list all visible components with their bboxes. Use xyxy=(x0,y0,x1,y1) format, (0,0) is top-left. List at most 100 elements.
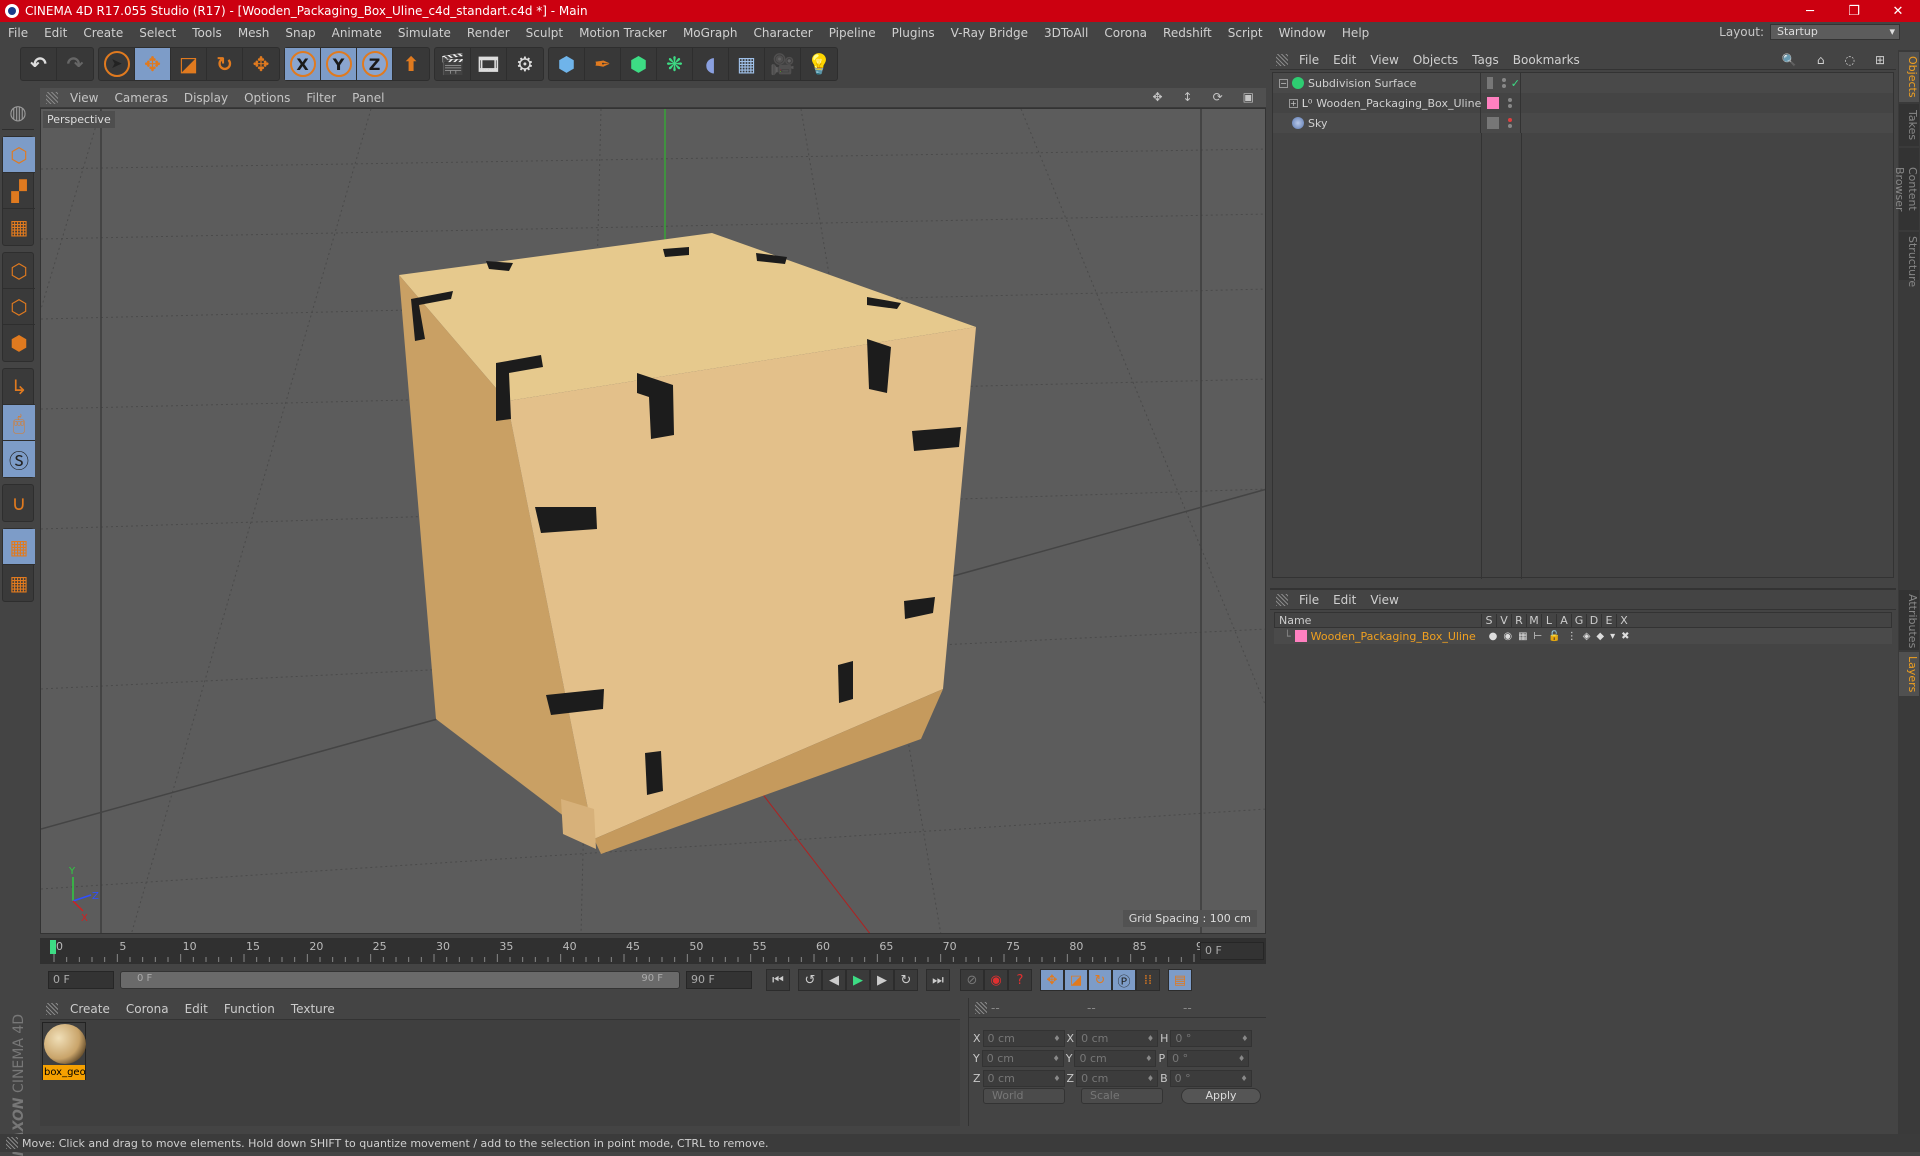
column-locked[interactable]: L xyxy=(1541,613,1556,627)
objects-menu-edit[interactable]: Edit xyxy=(1326,53,1363,67)
cloner-icon[interactable]: ❋ xyxy=(657,48,693,80)
material-menu-create[interactable]: Create xyxy=(62,1002,118,1016)
key-scale-icon[interactable]: ◪ xyxy=(1064,969,1088,991)
menu-vray-bridge[interactable]: V-Ray Bridge xyxy=(943,26,1036,40)
size-y-field[interactable]: 0 cm xyxy=(1074,1050,1157,1067)
pos-z-field[interactable]: 0 cm xyxy=(982,1070,1065,1087)
deformers-toggle-icon[interactable]: ◆ xyxy=(1596,631,1604,642)
xref-toggle-icon[interactable]: ✖ xyxy=(1621,631,1629,642)
menu-simulate[interactable]: Simulate xyxy=(390,26,459,40)
menu-mograph[interactable]: MoGraph xyxy=(675,26,746,40)
next-key-icon[interactable]: ↻ xyxy=(894,969,918,991)
tab-structure[interactable]: Structure xyxy=(1899,232,1919,287)
layer-name[interactable]: Wooden_Packaging_Box_Uline xyxy=(1311,630,1489,643)
light-icon[interactable]: 💡 xyxy=(801,48,837,80)
record-keys-icon[interactable]: ⊘ xyxy=(960,969,984,991)
enabled-check-icon[interactable]: ✓ xyxy=(1511,77,1520,90)
viewport-menu-display[interactable]: Display xyxy=(176,91,236,105)
layer-swatch[interactable] xyxy=(1487,97,1499,109)
range-slider[interactable]: 0 F 90 F xyxy=(120,971,680,989)
menu-animate[interactable]: Animate xyxy=(324,26,390,40)
world-coordinates-icon[interactable]: ⬆ xyxy=(393,48,429,80)
render-toggle-icon[interactable]: ▦ xyxy=(1518,631,1527,642)
manager-toggle-icon[interactable]: ⊢ xyxy=(1534,631,1543,642)
axis-mode-icon[interactable]: ↳ xyxy=(3,369,35,405)
goto-start-icon[interactable]: ⏮ xyxy=(766,969,790,991)
viewport-menu-panel[interactable]: Panel xyxy=(344,91,392,105)
rot-h-field[interactable]: 0 ° xyxy=(1170,1030,1253,1047)
rot-p-field[interactable]: 0 ° xyxy=(1167,1050,1250,1067)
menu-plugins[interactable]: Plugins xyxy=(884,26,943,40)
layout-dropdown[interactable]: Startup xyxy=(1770,24,1900,40)
column-xref[interactable]: X xyxy=(1616,613,1631,627)
restore-button[interactable]: ❐ xyxy=(1832,0,1876,22)
wooden-box[interactable] xyxy=(399,233,976,854)
prev-frame-icon[interactable]: ◀ xyxy=(822,969,846,991)
pen-spline-icon[interactable]: ✒ xyxy=(585,48,621,80)
viewport-menu-cameras[interactable]: Cameras xyxy=(106,91,175,105)
render-settings-icon[interactable]: ⚙ xyxy=(507,48,543,80)
objects-menu-view[interactable]: View xyxy=(1363,53,1405,67)
keyframe-selection-icon[interactable]: ? xyxy=(1008,969,1032,991)
visibility-dots[interactable] xyxy=(1501,78,1506,88)
layers-menu-edit[interactable]: Edit xyxy=(1326,593,1363,607)
column-render[interactable]: R xyxy=(1511,613,1526,627)
viewport-menu-options[interactable]: Options xyxy=(236,91,298,105)
menu-edit[interactable]: Edit xyxy=(36,26,75,40)
next-frame-icon[interactable]: ▶ xyxy=(870,969,894,991)
object-name[interactable]: Wooden_Packaging_Box_Uline xyxy=(1316,97,1481,110)
home-icon[interactable]: ⌂ xyxy=(1810,53,1832,67)
menu-help[interactable]: Help xyxy=(1334,26,1377,40)
redo-icon[interactable]: ↷ xyxy=(57,48,93,80)
goto-end-icon[interactable]: ⏭ xyxy=(926,969,950,991)
column-view[interactable]: V xyxy=(1496,613,1511,627)
menu-select[interactable]: Select xyxy=(131,26,184,40)
polygons-mode-icon[interactable]: ⬢ xyxy=(3,325,35,361)
eye-icon[interactable]: ◌ xyxy=(1837,53,1861,67)
locked-workplane-icon[interactable]: ▦ xyxy=(3,529,35,565)
viewport-menu-view[interactable]: View xyxy=(62,91,106,105)
menu-3dtoall[interactable]: 3DToAll xyxy=(1036,26,1096,40)
menu-snap[interactable]: Snap xyxy=(277,26,323,40)
pos-x-field[interactable]: 0 cm xyxy=(982,1030,1065,1047)
material-menu-edit[interactable]: Edit xyxy=(177,1002,216,1016)
viewport-maximize-icon[interactable]: ▣ xyxy=(1235,90,1262,104)
autokey-icon[interactable]: ◉ xyxy=(984,969,1008,991)
menu-motion-tracker[interactable]: Motion Tracker xyxy=(571,26,675,40)
play-icon[interactable]: ▶ xyxy=(846,969,870,991)
collapse-icon[interactable]: − xyxy=(1279,78,1288,88)
snap-magnet-icon[interactable]: ∪ xyxy=(3,485,35,521)
size-x-field[interactable]: 0 cm xyxy=(1076,1030,1159,1047)
tab-objects[interactable]: Objects xyxy=(1899,52,1919,102)
column-manager[interactable]: M xyxy=(1526,613,1541,627)
menu-sculpt[interactable]: Sculpt xyxy=(518,26,571,40)
layer-color-swatch[interactable] xyxy=(1294,630,1307,642)
layer-row[interactable]: └ Wooden_Packaging_Box_Uline ● ◉ ▦ ⊢ 🔓 ⋮… xyxy=(1274,628,1892,644)
planar-workplane-icon[interactable]: ▦ xyxy=(3,565,35,601)
current-frame-field[interactable]: 0 F xyxy=(1200,942,1264,960)
expand-icon[interactable]: + xyxy=(1289,98,1298,108)
expressions-toggle-icon[interactable]: ▾ xyxy=(1610,631,1615,642)
generators-toggle-icon[interactable]: ◈ xyxy=(1583,631,1591,642)
material-menu-texture[interactable]: Texture xyxy=(283,1002,343,1016)
transform-icon[interactable]: ✥ xyxy=(243,48,279,80)
model-mode-icon[interactable]: ⬡ xyxy=(3,137,35,173)
object-row[interactable]: + L⁰ Wooden_Packaging_Box_Uline xyxy=(1273,93,1893,113)
edges-mode-icon[interactable]: ⬡ xyxy=(3,289,35,325)
tweak-mode-icon[interactable]: 🖱 xyxy=(3,405,35,441)
object-name[interactable]: Sky xyxy=(1308,117,1327,130)
menu-window[interactable]: Window xyxy=(1271,26,1334,40)
panel-grip-icon[interactable] xyxy=(46,1002,58,1015)
material-swatch[interactable]: box_geo xyxy=(42,1022,86,1080)
viewport-orbit-icon[interactable]: ⟳ xyxy=(1205,90,1231,104)
layers-menu-view[interactable]: View xyxy=(1363,593,1405,607)
viewport-3d[interactable]: Y Z X Perspective Grid Spacing : 100 cm xyxy=(40,108,1266,934)
tab-layers[interactable]: Layers xyxy=(1899,652,1919,696)
live-selection-icon[interactable]: ➤ xyxy=(99,48,135,80)
visibility-dots[interactable] xyxy=(1508,118,1512,128)
panel-grip-icon[interactable] xyxy=(1276,593,1288,606)
cube-icon[interactable]: ⬢ xyxy=(549,48,585,80)
camera-icon[interactable]: 🎥 xyxy=(765,48,801,80)
lock-toggle-icon[interactable]: 🔓 xyxy=(1548,631,1560,642)
apply-button[interactable]: Apply xyxy=(1181,1088,1261,1104)
